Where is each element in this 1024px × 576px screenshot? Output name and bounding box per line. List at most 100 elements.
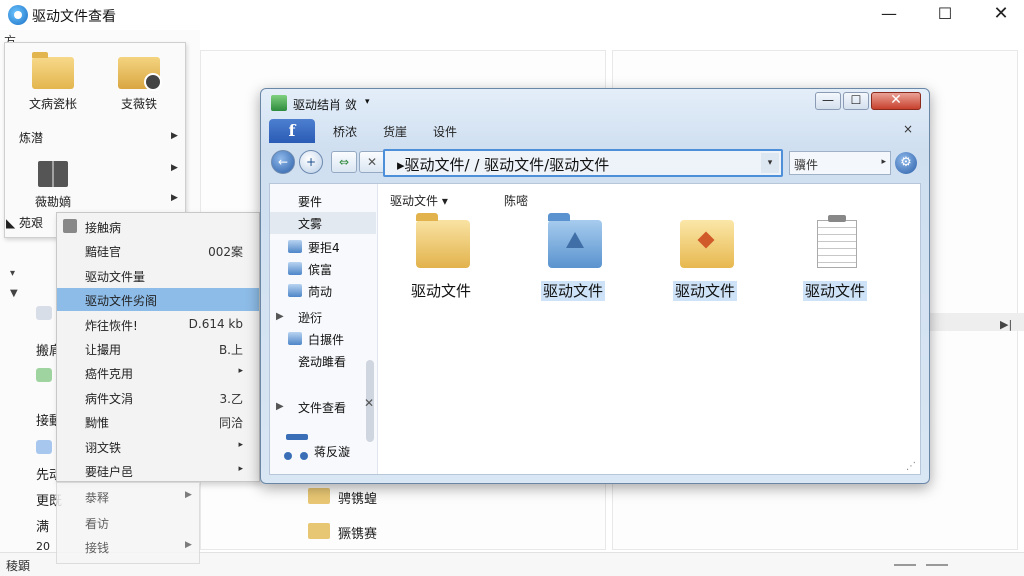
address-path: ▸驱动文件/ / 驱动文件/驱动文件: [397, 156, 610, 174]
book-icon: [38, 161, 68, 187]
menu-item[interactable]: 设件: [433, 123, 457, 140]
app-logo-icon: [8, 5, 28, 25]
explorer-window: 驱动结肖 敛 ▾ — ☐ ✕ f 桥浓 货崖 设件 × ← + ⇔ ✕ ▸驱动文…: [260, 88, 930, 484]
navigation-item-label: 白搌件: [308, 333, 345, 347]
link-button[interactable]: ⇔: [331, 151, 357, 173]
bg-expand-icon[interactable]: ▾: [10, 268, 15, 279]
menubar-close-icon[interactable]: ×: [903, 122, 913, 136]
explorer-menubar: f 桥浓 货崖 设件 ×: [269, 119, 921, 143]
folder-icon: [288, 240, 302, 253]
navigation-item-label: 文雾: [298, 217, 323, 231]
explorer-app-icon: [271, 95, 287, 111]
context-menu-item[interactable]: 癌件克用 ▸: [57, 361, 259, 384]
navigation-item[interactable]: 白搌件: [270, 328, 376, 350]
chevron-right-icon: ▸: [238, 464, 243, 474]
stop-button[interactable]: ✕: [359, 151, 385, 173]
menu-item[interactable]: 㳟释: [85, 489, 109, 506]
context-menu-item-value: B.上: [218, 343, 243, 357]
drive-icon: [118, 57, 162, 91]
context-menu-item-label: 癌件克用: [85, 367, 134, 382]
file-tile[interactable]: 驱动文件: [518, 212, 628, 312]
context-menu-item[interactable]: 要硅户邑 ▸: [57, 459, 259, 482]
maximize-button[interactable]: ☐: [922, 2, 968, 28]
status-text: 稜顕: [6, 559, 31, 573]
file-tile-label: 驱动文件: [672, 281, 737, 301]
bg-sidebar-item[interactable]: 满: [36, 516, 49, 535]
navigation-item-label: 逊衍: [298, 311, 323, 325]
ribbon-book-button[interactable]: 薇勘嫡: [9, 153, 97, 215]
explorer-titlebar[interactable]: 驱动结肖 敛 ▾ — ☐ ✕: [261, 89, 929, 117]
settings-gear-icon[interactable]: ⚙: [895, 152, 917, 174]
navigation-item-label: 文件查看: [298, 401, 347, 415]
navigation-item[interactable]: 要拒4: [270, 236, 376, 258]
address-dropdown-icon[interactable]: ▾: [761, 153, 779, 173]
navigation-item[interactable]: ▶ 文件查看: [270, 396, 376, 418]
menu-item[interactable]: 看访: [85, 515, 109, 532]
menu-item[interactable]: 接钱: [85, 539, 109, 556]
context-menu-item[interactable]: 黝惟 同洽: [57, 410, 259, 433]
context-menu-item-label: 炸往恢件!: [85, 318, 138, 333]
back-button[interactable]: ←: [271, 150, 295, 174]
background-scroll-right-icon[interactable]: ▶|: [1000, 318, 1012, 331]
context-menu-item[interactable]: 病件文涓 3.乙: [57, 386, 259, 409]
resize-grip-icon[interactable]: ⋰: [906, 461, 916, 472]
navigation-item[interactable]: 苘动: [270, 280, 376, 302]
explorer-close-button[interactable]: ✕: [871, 92, 921, 110]
ribbon-folder-button[interactable]: 文病瓷枨: [9, 49, 97, 119]
chevron-right-icon[interactable]: ▸: [881, 157, 886, 167]
context-menu-item[interactable]: 让撮用 B.上: [57, 337, 259, 360]
expand-icon[interactable]: ▶: [276, 401, 284, 412]
forward-button[interactable]: +: [299, 150, 323, 174]
navigation-item-label: 瓷动雎看: [298, 355, 347, 369]
file-tile[interactable]: 驱动文件: [650, 212, 760, 312]
context-menu-item[interactable]: 黯硅官 002案: [57, 239, 259, 262]
file-tile-label: 驱动文件: [802, 281, 867, 301]
menu-item[interactable]: 桥浓: [333, 123, 357, 140]
context-menu-item[interactable]: 驱动文件劣阁: [57, 288, 259, 312]
folder-icon: [308, 523, 330, 539]
file-tile[interactable]: 驱动文件: [780, 212, 890, 312]
chevron-right-icon: ▸: [238, 439, 243, 450]
ribbon-drive-button[interactable]: 支薇铁: [95, 49, 183, 119]
menu-item[interactable]: 货崖: [383, 123, 407, 140]
chevron-right-icon: ▶: [185, 540, 192, 550]
context-menu-item[interactable]: 驱动文件量: [57, 264, 259, 287]
caret-down-icon[interactable]: ▾: [365, 97, 370, 107]
search-text: 骥件: [794, 158, 819, 172]
ribbon-button-label: 薇勘嫡: [34, 195, 71, 209]
navigation-item[interactable]: 瓷动雎看: [270, 350, 376, 372]
navigation-item[interactable]: 要件: [270, 190, 376, 212]
bg-item-icon: [36, 306, 52, 320]
ribbon-menu-item[interactable]: 炼潜: [19, 129, 43, 146]
context-menu-item[interactable]: 炸往恢件! D.614 kb: [57, 313, 259, 336]
bg-expand-icon[interactable]: ▼: [10, 288, 18, 299]
file-tile-label-wrap: 驱动文件: [780, 280, 890, 301]
file-tile-label-wrap: 驱动文件: [650, 280, 760, 301]
folder-icon: [308, 488, 330, 504]
search-input[interactable]: 骥件 ▸: [789, 151, 891, 175]
column-header-name[interactable]: 驱动文件 ▾: [390, 192, 448, 209]
folder-icon: [32, 52, 74, 89]
minimize-button[interactable]: —: [866, 2, 912, 28]
context-menu-item-value: D.614 kb: [188, 316, 243, 331]
explorer-minimize-button[interactable]: —: [815, 92, 841, 110]
facebook-tab-icon[interactable]: f: [269, 119, 315, 143]
address-bar[interactable]: ▸驱动文件/ / 驱动文件/驱动文件 ▾: [383, 149, 783, 177]
context-menu-underlay: 㳟释 ▶ 看访 接钱 ▶: [56, 482, 200, 564]
folder-label: 骋镌蝗: [338, 492, 378, 507]
column-header-sort[interactable]: 陈嘧: [504, 192, 528, 209]
context-menu-item[interactable]: 接触病: [57, 215, 259, 238]
navigation-item[interactable]: 文雾: [270, 212, 376, 234]
chevron-right-icon: ▶: [171, 163, 178, 173]
navigation-item-label: 要拒4: [308, 241, 340, 255]
context-menu-item-label: 病件文涓: [85, 391, 134, 406]
context-menu-item[interactable]: 诩文铁 ▸: [57, 435, 259, 458]
expand-icon[interactable]: ▶: [276, 311, 284, 322]
file-tile[interactable]: 驱动文件: [386, 212, 496, 312]
explorer-maximize-button[interactable]: ☐: [843, 92, 869, 110]
navigation-item[interactable]: 蒋反漩: [286, 440, 392, 462]
ribbon-menu-item[interactable]: ◣ 苑艰: [6, 214, 43, 231]
navigation-item[interactable]: ▶ 逊衍: [270, 306, 376, 328]
close-button[interactable]: ✕: [978, 2, 1024, 28]
navigation-item[interactable]: 傧富: [270, 258, 376, 280]
